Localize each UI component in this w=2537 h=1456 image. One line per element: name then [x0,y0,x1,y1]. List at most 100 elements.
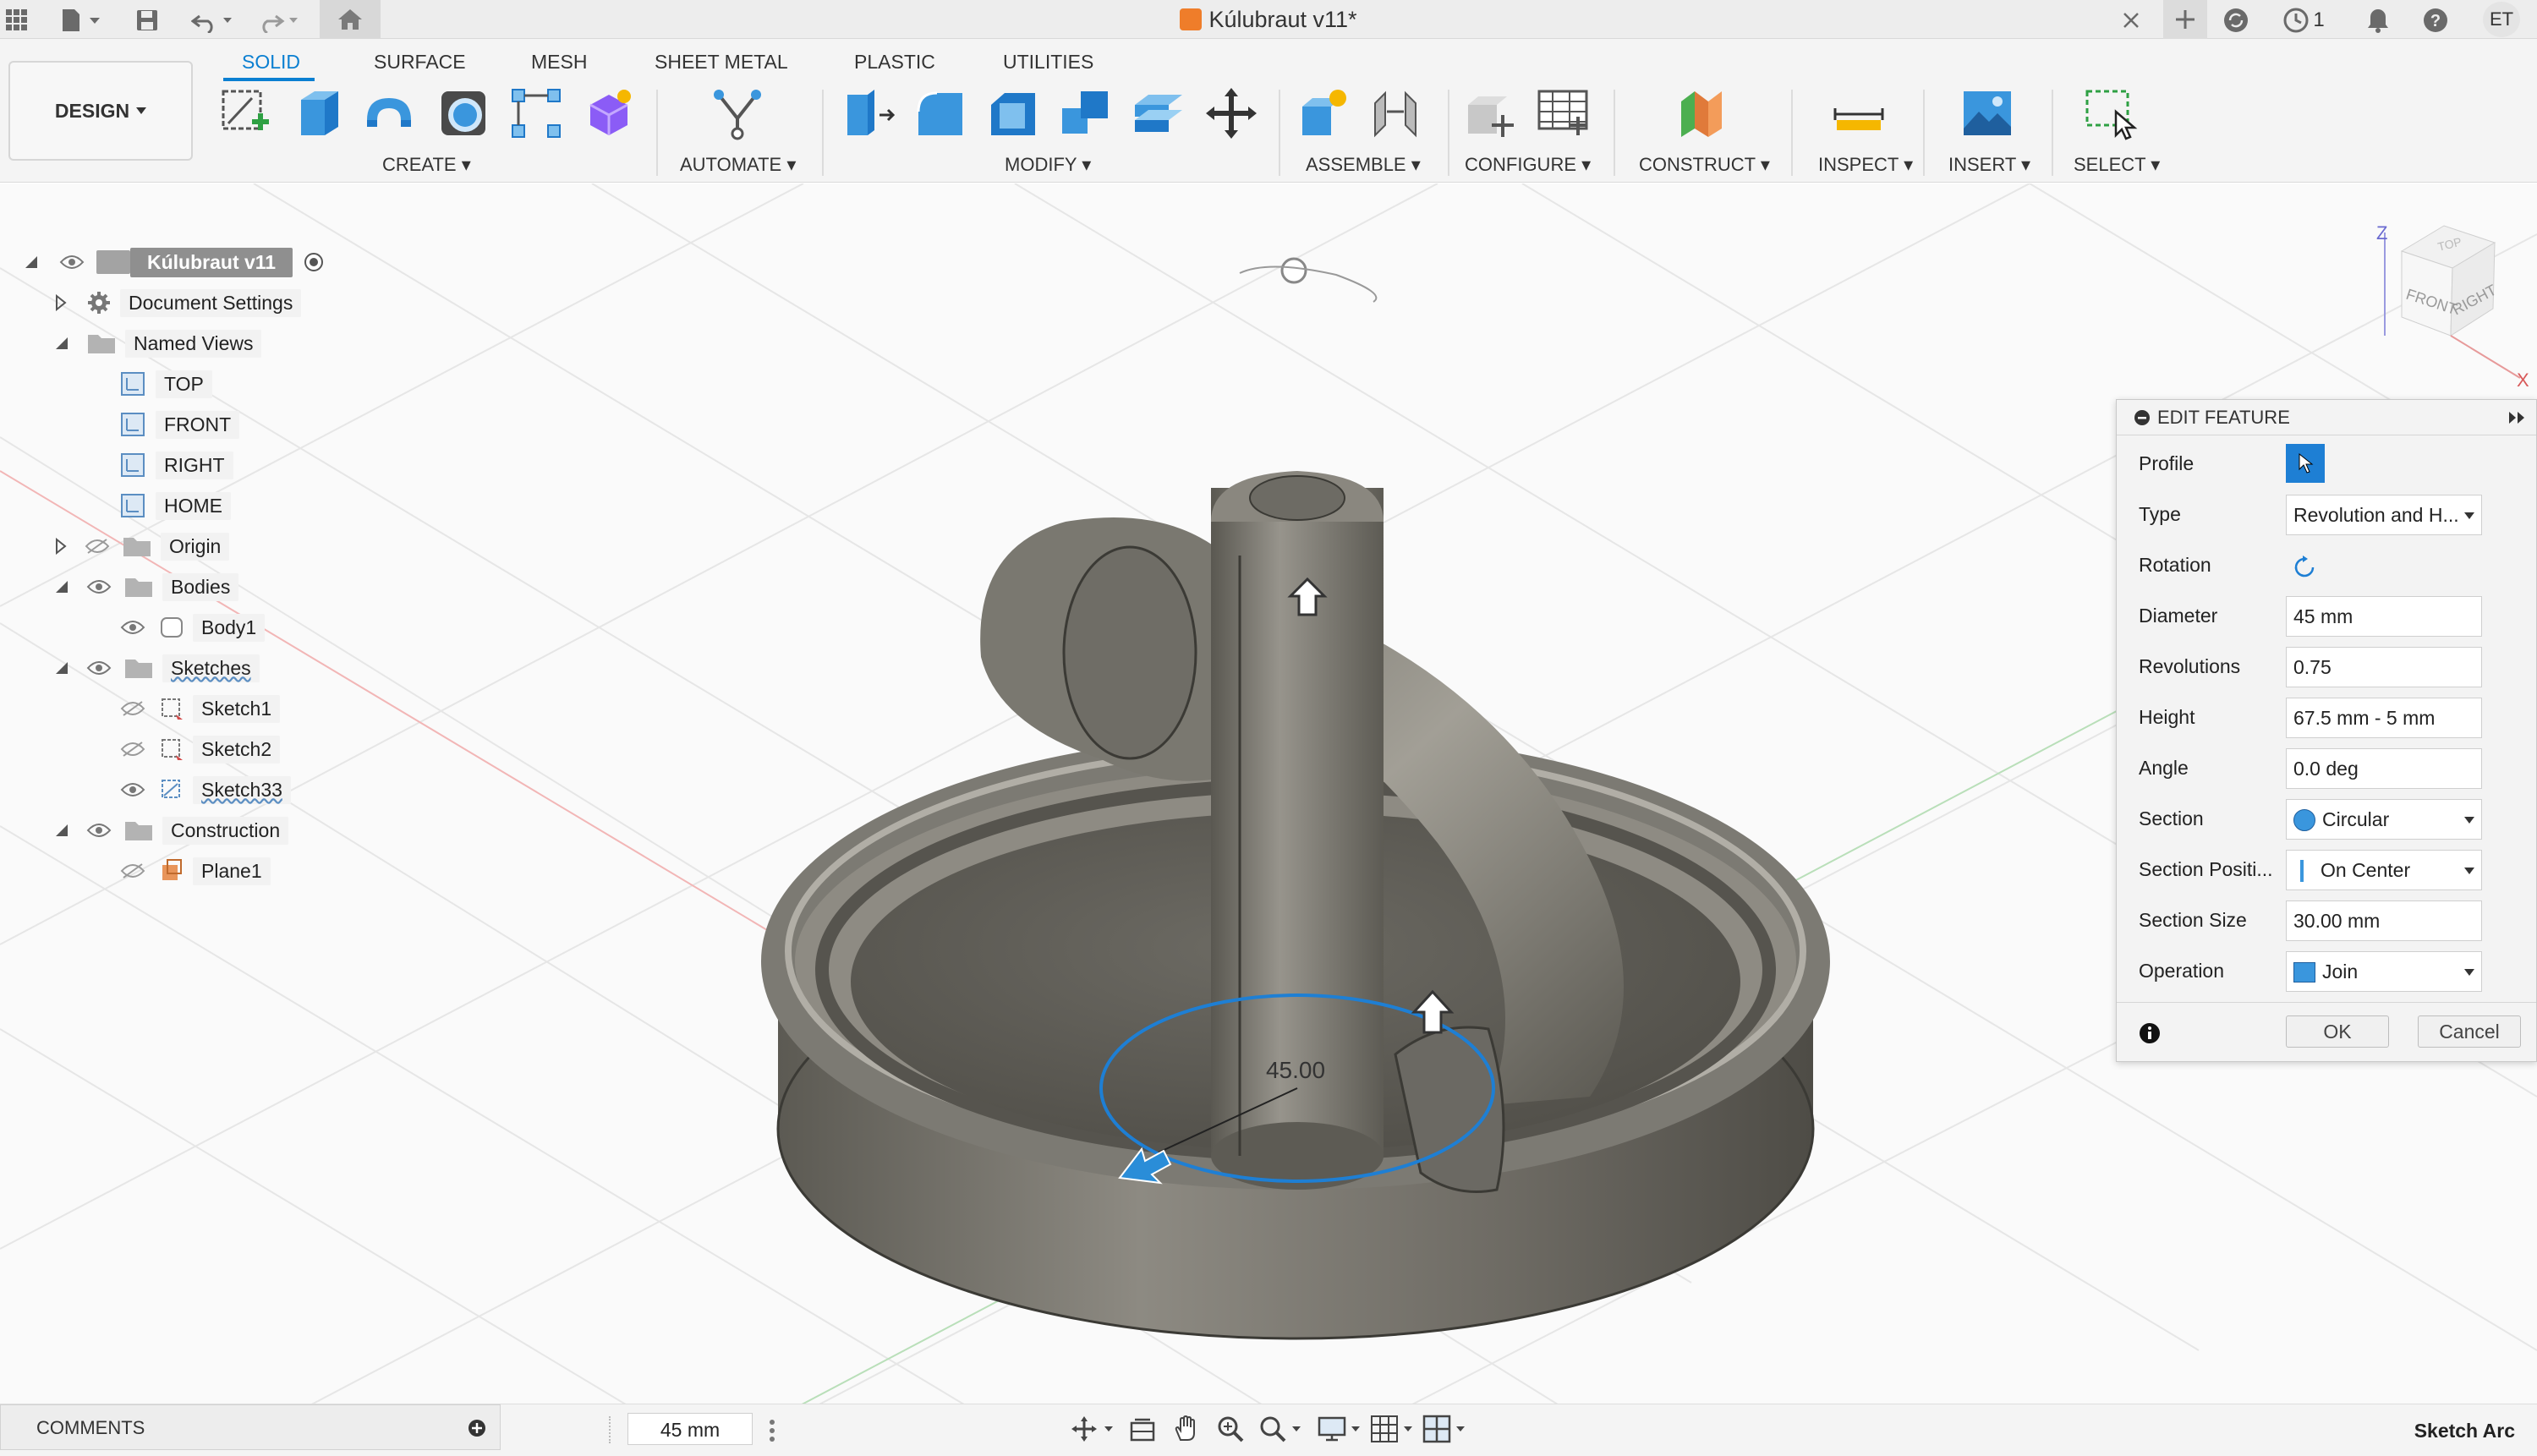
tree-view-front[interactable]: FRONT [120,408,240,441]
tab-plastic[interactable]: PLASTIC [854,51,935,74]
automate-menu[interactable]: AUTOMATE ▾ [680,154,796,176]
collapse-dialog-icon[interactable] [2134,409,2151,426]
collapse-triangle-icon[interactable] [54,336,69,351]
configure-icon[interactable] [1463,86,1517,140]
combine-icon[interactable] [1059,86,1113,140]
height-input[interactable]: 67.5 mm - 5 mm [2286,698,2482,738]
add-comment-icon[interactable] [468,1419,486,1437]
tree-named-views[interactable]: Named Views [54,326,262,360]
tree-root[interactable]: Kúlubraut v11 [24,245,325,279]
hidden-eye-icon[interactable] [120,700,145,717]
form-icon[interactable] [582,86,636,140]
tree-sketch1[interactable]: Sketch1 [120,692,281,725]
tree-construction[interactable]: Construction [54,813,289,847]
press-pull-icon[interactable] [842,86,896,140]
cancel-button[interactable]: Cancel [2418,1015,2521,1048]
create-sketch-icon[interactable] [218,86,272,140]
workspace-switcher-button[interactable]: DESIGN [8,61,193,161]
collapse-triangle-icon[interactable] [24,255,39,270]
tree-origin[interactable]: Origin [54,529,230,563]
visibility-eye-icon[interactable] [120,781,145,798]
select-menu[interactable]: SELECT ▾ [2074,154,2160,176]
tree-sketch33[interactable]: Sketch33 [120,773,291,807]
more-options-icon[interactable] [768,1418,776,1443]
tree-sketch2[interactable]: Sketch2 [120,732,281,766]
profile-selector-button[interactable] [2286,444,2325,483]
visibility-eye-icon[interactable] [59,254,85,271]
orbit-icon[interactable] [1071,1415,1121,1443]
zoom-window-icon[interactable] [1258,1415,1309,1443]
section-select[interactable]: Circular [2286,799,2482,840]
tab-solid[interactable]: SOLID [242,51,300,74]
new-tab-icon[interactable] [2163,0,2207,39]
zoom-icon[interactable] [1216,1415,1245,1443]
user-avatar[interactable]: ET [2483,2,2520,37]
grid-snaps-icon[interactable] [1370,1415,1421,1443]
tree-sketches[interactable]: Sketches [54,651,260,685]
section-size-input[interactable]: 30.00 mm [2286,900,2482,941]
hidden-eye-icon[interactable] [120,862,145,879]
collapse-triangle-icon[interactable] [54,579,69,594]
tree-document-settings[interactable]: Document Settings [54,286,302,320]
inspect-menu[interactable]: INSPECT ▾ [1818,154,1913,176]
create-menu[interactable]: CREATE ▾ [382,154,471,176]
fillet-icon[interactable] [913,86,967,140]
configuration-table-icon[interactable] [1536,86,1590,140]
viewports-icon[interactable] [1422,1415,1473,1443]
look-at-icon[interactable] [1128,1415,1157,1443]
expand-panel-icon[interactable] [2507,410,2528,425]
joint-icon[interactable] [1368,86,1422,140]
tab-utilities[interactable]: UTILITIES [1003,51,1093,74]
section-position-select[interactable]: On Center [2286,850,2482,890]
construct-menu[interactable]: CONSTRUCT ▾ [1639,154,1770,176]
tree-view-right[interactable]: RIGHT [120,448,233,482]
dialog-header[interactable]: EDIT FEATURE [2117,400,2536,435]
type-select[interactable]: Revolution and H... [2286,495,2482,535]
notifications-icon[interactable] [2361,5,2395,36]
revolutions-input[interactable]: 0.75 [2286,647,2482,687]
rotation-manipulator-handle[interactable] [1280,257,1307,284]
help-icon[interactable]: ? [2419,5,2452,36]
extrude-icon[interactable] [291,86,345,140]
visibility-eye-icon[interactable] [86,578,112,595]
tree-body1[interactable]: Body1 [120,610,266,644]
collapse-triangle-icon[interactable] [54,823,69,838]
angle-input[interactable]: 0.0 deg [2286,748,2482,789]
expand-triangle-icon[interactable] [54,538,68,555]
active-radio-icon[interactable] [303,251,325,273]
modify-menu[interactable]: MODIFY ▾ [1005,154,1091,176]
sync-icon[interactable] [2219,5,2253,36]
tab-surface[interactable]: SURFACE [374,51,466,74]
display-settings-icon[interactable] [1318,1415,1368,1443]
dimension-input[interactable]: 45 mm [627,1413,753,1445]
assemble-menu[interactable]: ASSEMBLE ▾ [1306,154,1421,176]
configure-menu[interactable]: CONFIGURE ▾ [1465,154,1591,176]
revolve-icon[interactable] [362,86,416,140]
automate-icon[interactable] [710,86,764,140]
select-icon[interactable] [2084,86,2138,140]
rotation-direction-icon[interactable] [2291,554,2318,581]
tree-plane1[interactable]: Plane1 [120,854,271,888]
measure-icon[interactable] [1832,86,1886,140]
ok-button[interactable]: OK [2286,1015,2389,1048]
insert-image-icon[interactable] [1960,86,2014,140]
move-icon[interactable] [1204,86,1258,140]
comments-panel[interactable]: COMMENTS [0,1404,501,1450]
visibility-eye-icon[interactable] [120,619,145,636]
pan-hand-icon[interactable] [1172,1415,1201,1443]
operation-select[interactable]: Join [2286,951,2482,992]
tree-bodies[interactable]: Bodies [54,570,239,604]
shell-icon[interactable] [436,86,490,140]
job-status-icon[interactable]: 1 [2273,5,2334,36]
tree-view-home[interactable]: HOME [120,489,231,523]
collapse-triangle-icon[interactable] [54,660,69,676]
chamfer-icon[interactable] [986,86,1040,140]
pattern-icon[interactable] [509,86,563,140]
hidden-eye-icon[interactable] [85,538,110,555]
info-icon[interactable] [2139,1022,2161,1044]
offset-plane-icon[interactable] [1676,86,1730,140]
insert-menu[interactable]: INSERT ▾ [1948,154,2030,176]
expand-triangle-icon[interactable] [54,294,68,311]
new-component-icon[interactable] [1296,86,1350,140]
close-tab-icon[interactable] [2114,5,2148,36]
